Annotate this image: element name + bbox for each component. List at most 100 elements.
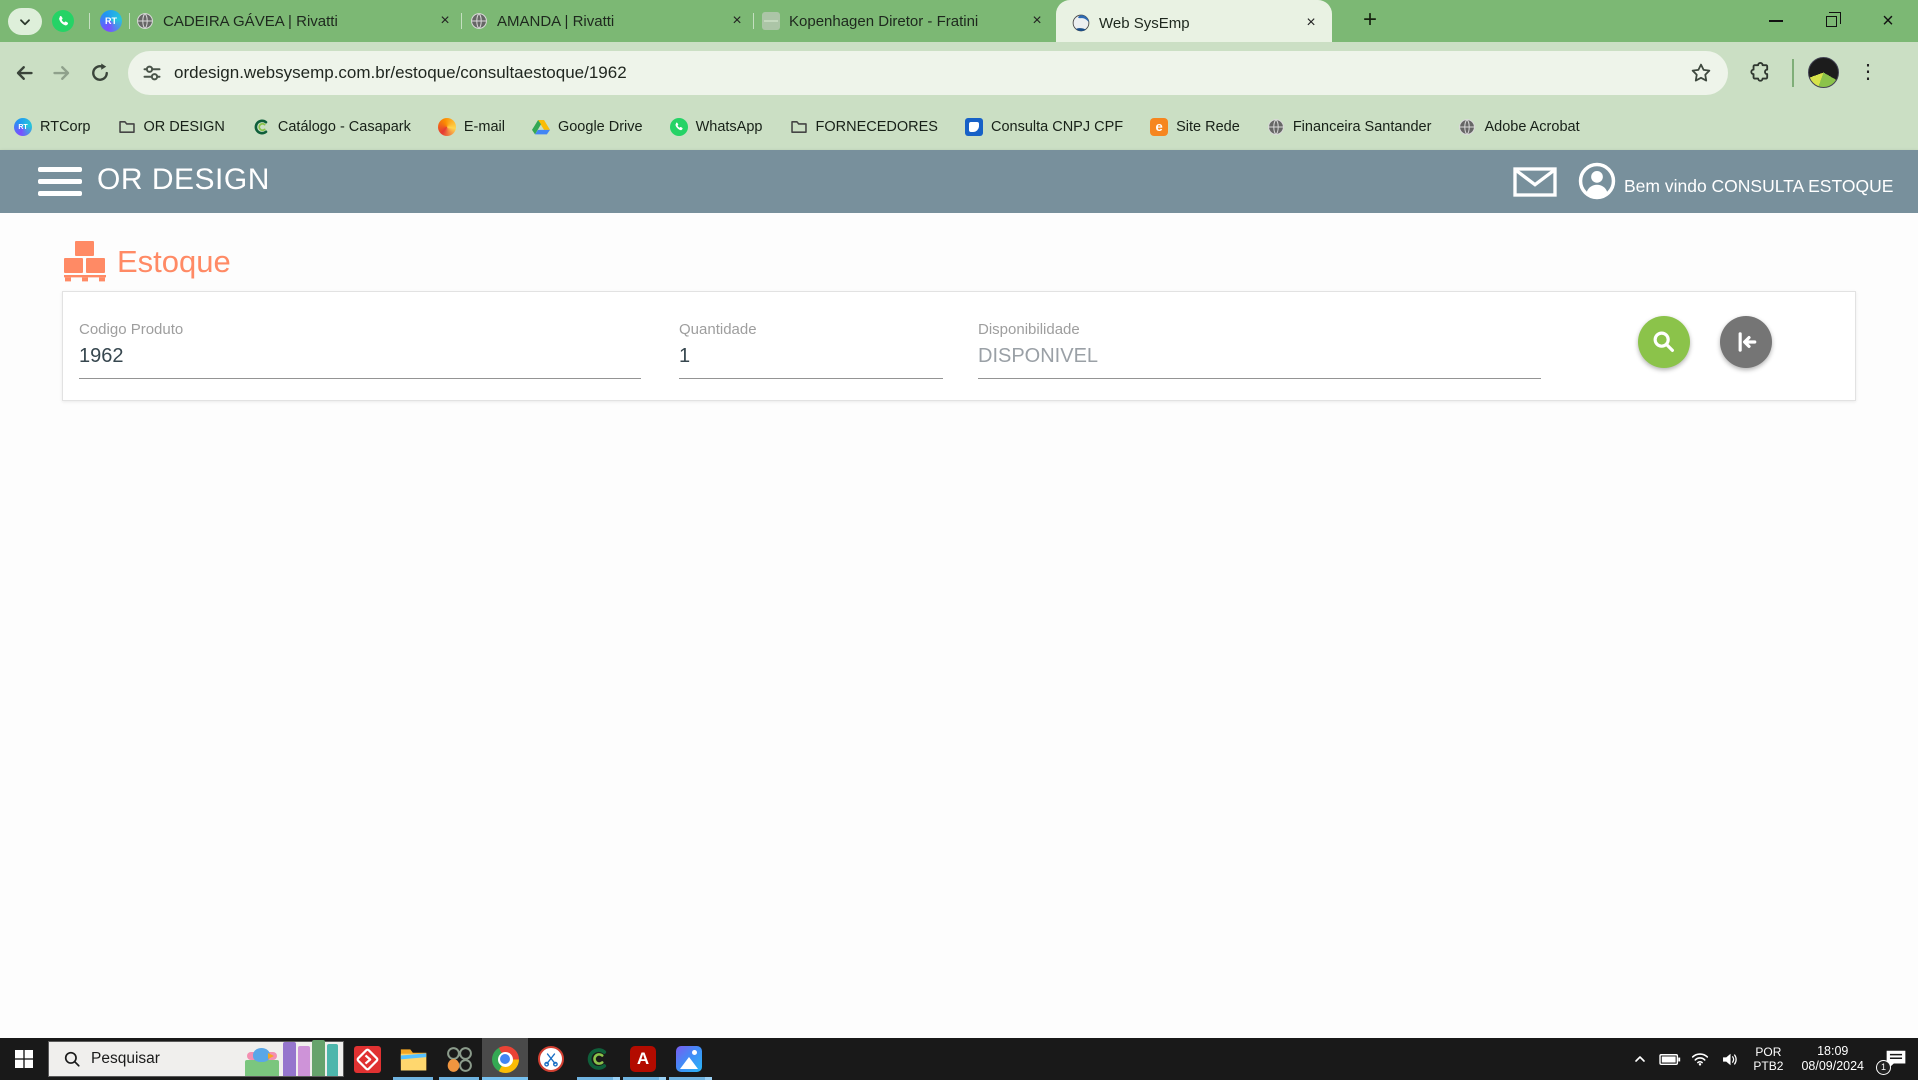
taskbar-app-chrome[interactable] (482, 1038, 528, 1080)
field-label: Codigo Produto (79, 321, 183, 338)
taskbar-app-casapark[interactable] (574, 1038, 620, 1080)
forward-arrow-icon (52, 63, 72, 83)
bookmark-adobe-acrobat[interactable]: Adobe Acrobat (1458, 118, 1579, 136)
url-text[interactable]: ordesign.websysemp.com.br/estoque/consul… (174, 63, 1690, 83)
wifi-icon (1691, 1052, 1709, 1066)
input-underline (679, 378, 943, 379)
close-icon[interactable]: × (1302, 14, 1320, 32)
casapark-icon (252, 118, 270, 136)
envelope-icon (1513, 167, 1557, 197)
search-button[interactable] (1638, 316, 1690, 368)
pinned-tab-whatsapp[interactable] (52, 10, 74, 32)
bird-illustration (253, 1048, 270, 1062)
bookmarks-bar: RT RTCorp OR DESIGN Catálogo - Casapark E… (0, 104, 1918, 150)
bookmark-site-rede[interactable]: eSite Rede (1150, 118, 1240, 136)
red-diamond-app-icon (354, 1046, 381, 1073)
cnpj-icon (965, 118, 983, 136)
language-code: POR (1753, 1045, 1783, 1059)
globe-icon (1458, 118, 1476, 136)
taskbar-app-file-explorer[interactable] (390, 1038, 436, 1080)
user-menu[interactable]: Bem vindo CONSULTA ESTOQUE (1578, 162, 1893, 200)
tab-title: AMANDA | Rivatti (497, 13, 720, 30)
bookmark-rtcorp[interactable]: RT RTCorp (14, 118, 91, 136)
bookmark-fornecedores[interactable]: FORNECEDORES (790, 118, 938, 136)
taskbar-app-circles[interactable] (436, 1038, 482, 1080)
browser-menu-button[interactable]: ⋮ (1855, 56, 1881, 88)
sysemp-favicon (1072, 14, 1090, 32)
pinned-tab-rtcorp[interactable]: RT (100, 10, 122, 32)
folder-icon (118, 118, 136, 136)
site-settings-icon[interactable] (142, 63, 162, 83)
messages-button[interactable] (1513, 167, 1557, 197)
exit-button[interactable] (1720, 316, 1772, 368)
reload-button[interactable] (84, 57, 116, 89)
tab-web-sysemp-active[interactable]: Web SysEmp × (1056, 0, 1332, 42)
tab-amanda[interactable]: AMANDA | Rivatti × (470, 7, 746, 35)
bookmark-google-drive[interactable]: Google Drive (532, 118, 643, 136)
speaker-icon (1721, 1052, 1739, 1067)
page-title: Estoque (117, 244, 231, 282)
bookmark-financeira-santander[interactable]: Financeira Santander (1267, 118, 1432, 136)
rt-badge-icon: RT (14, 118, 32, 136)
user-icon (1578, 162, 1616, 200)
bookmark-email[interactable]: E-mail (438, 118, 505, 136)
site-header: OR DESIGN Bem vindo CONSULTA ESTOQUE (0, 150, 1918, 213)
disponibilidade-input[interactable]: DISPONIVEL (978, 345, 1098, 368)
window-restore-button[interactable] (1808, 0, 1854, 42)
placeholder-favicon (762, 12, 780, 30)
drive-icon (532, 118, 550, 136)
clock[interactable]: 18:09 08/09/2024 (1791, 1044, 1874, 1074)
battery-indicator[interactable] (1655, 1038, 1685, 1080)
bookmark-whatsapp[interactable]: WhatsApp (670, 118, 763, 136)
back-button[interactable] (8, 57, 40, 89)
brand-title: OR DESIGN (97, 163, 270, 197)
casapark-c-icon (584, 1046, 610, 1072)
taskbar-app-remote[interactable] (344, 1038, 390, 1080)
new-tab-button[interactable]: + (1356, 7, 1384, 35)
file-explorer-icon (400, 1046, 427, 1073)
address-bar[interactable]: ordesign.websysemp.com.br/estoque/consul… (128, 51, 1728, 95)
network-indicator[interactable] (1685, 1038, 1715, 1080)
field-label: Disponibilidade (978, 321, 1080, 338)
taskbar-search-box[interactable]: Pesquisar (48, 1041, 344, 1077)
bookmark-star-icon[interactable] (1690, 62, 1712, 84)
tab-title: Web SysEmp (1099, 15, 1294, 32)
screen: RT CADEIRA GÁVEA | Rivatti × AMANDA | Ri… (0, 0, 1918, 1080)
close-icon[interactable]: × (1028, 12, 1046, 30)
bookmark-label: E-mail (464, 119, 505, 135)
globe-icon (1267, 118, 1285, 136)
action-center-button[interactable]: 1 (1874, 1038, 1918, 1080)
tray-expand-button[interactable] (1625, 1038, 1655, 1080)
bookmark-label: OR DESIGN (144, 119, 225, 135)
stock-query-card: Codigo Produto 1962 Quantidade 1 Disponi… (62, 291, 1856, 401)
chrome-tab-strip: RT CADEIRA GÁVEA | Rivatti × AMANDA | Ri… (0, 0, 1918, 42)
volume-indicator[interactable] (1715, 1038, 1745, 1080)
language-indicator[interactable]: POR PTB2 (1745, 1045, 1791, 1073)
close-icon[interactable]: × (728, 12, 746, 30)
start-button[interactable] (0, 1038, 48, 1080)
bookmark-label: FORNECEDORES (816, 119, 938, 135)
bookmark-catalogo-casapark[interactable]: Catálogo - Casapark (252, 118, 411, 136)
chrome-toolbar: ordesign.websysemp.com.br/estoque/consul… (0, 42, 1918, 104)
taskbar-app-snipping[interactable] (528, 1038, 574, 1080)
tab-kopenhagen[interactable]: Kopenhagen Diretor - Fratini × (762, 7, 1046, 35)
quantidade-input[interactable]: 1 (679, 345, 690, 368)
search-placeholder: Pesquisar (91, 1050, 160, 1068)
extensions-button[interactable] (1745, 57, 1775, 87)
codigo-produto-input[interactable]: 1962 (79, 345, 124, 368)
bookmark-consulta-cnpj[interactable]: Consulta CNPJ CPF (965, 118, 1123, 136)
taskbar-app-photos[interactable] (666, 1038, 712, 1080)
tab-search-button[interactable] (8, 8, 42, 35)
profile-avatar[interactable] (1808, 57, 1839, 88)
window-minimize-button[interactable] (1753, 0, 1799, 42)
window-close-button[interactable]: × (1865, 0, 1911, 42)
menu-button[interactable] (38, 167, 82, 196)
field-label: Quantidade (679, 321, 757, 338)
tab-cadeira-gavea[interactable]: CADEIRA GÁVEA | Rivatti × (136, 7, 454, 35)
bookmark-label: RTCorp (40, 119, 91, 135)
close-icon[interactable]: × (436, 12, 454, 30)
forward-button[interactable] (46, 57, 78, 89)
field-disponibilidade: Disponibilidade DISPONIVEL (978, 292, 1541, 400)
bookmark-or-design[interactable]: OR DESIGN (118, 118, 225, 136)
taskbar-app-acrobat[interactable]: A (620, 1038, 666, 1080)
